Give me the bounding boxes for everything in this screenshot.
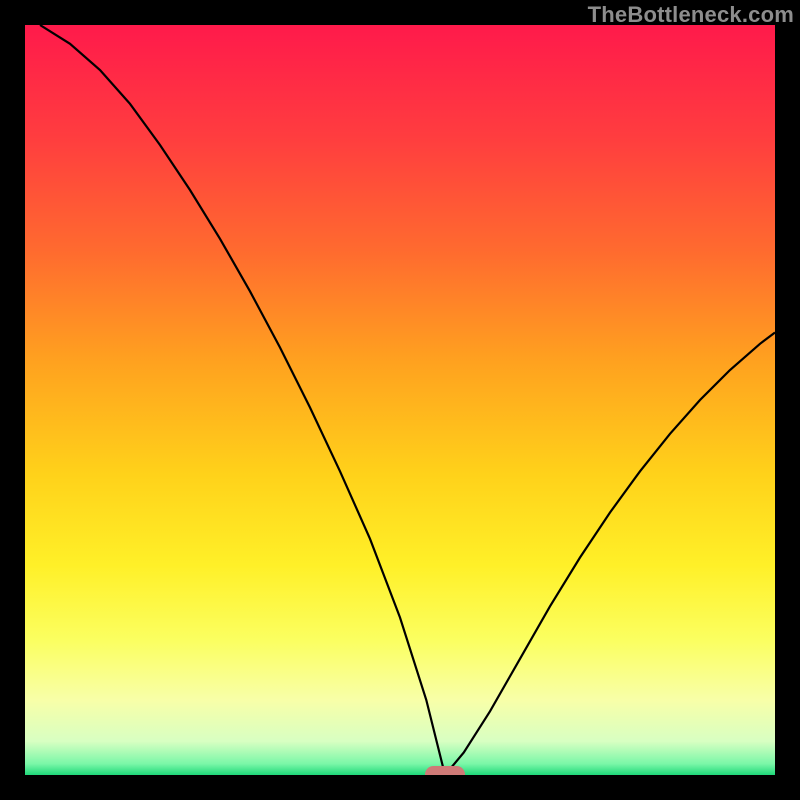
plot-area [25,25,775,775]
chart-frame: TheBottleneck.com [0,0,800,800]
optimal-marker [425,766,465,775]
bottleneck-curve [25,25,775,775]
